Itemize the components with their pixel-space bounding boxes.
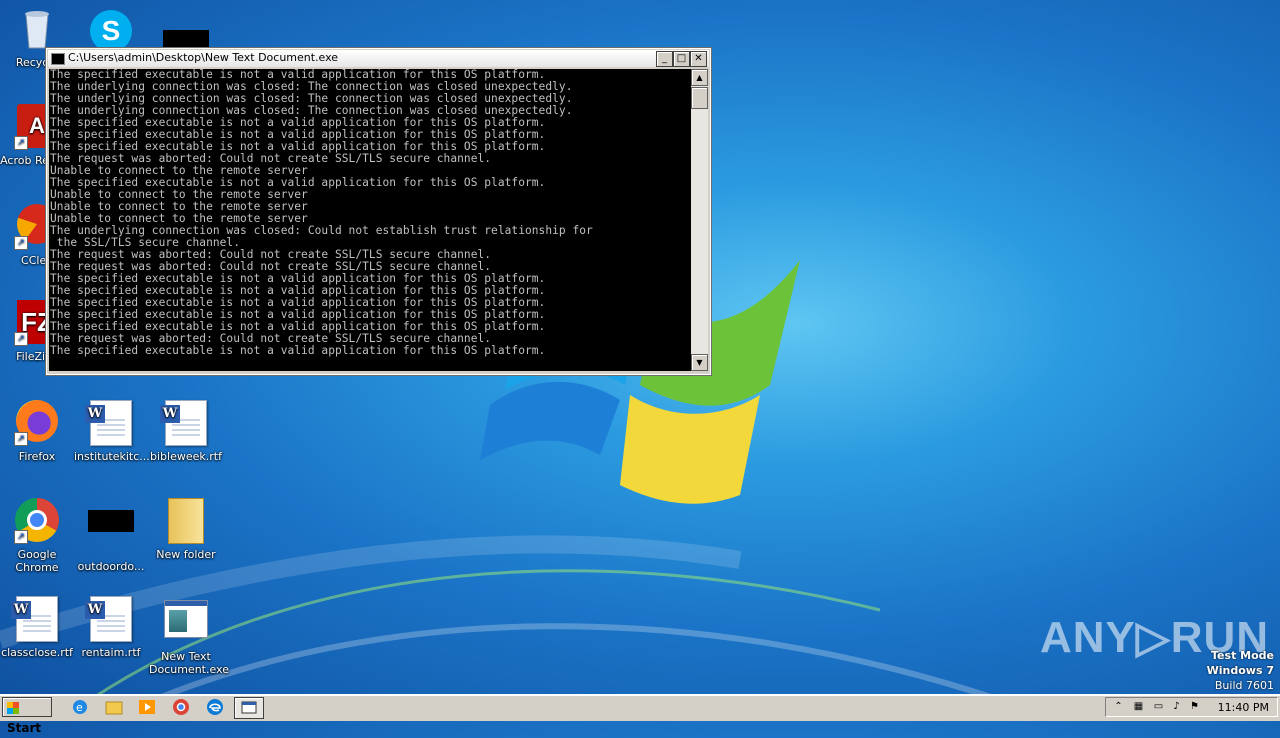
desktop-icon-institutekitc[interactable]: W institutekitc... bbox=[74, 400, 150, 463]
black-thumbnail-icon bbox=[88, 510, 134, 556]
console-app-icon bbox=[51, 53, 65, 65]
ie-icon[interactable]: e bbox=[70, 698, 90, 716]
build-label: Build 7601 bbox=[1214, 679, 1274, 692]
firefox-icon: ↗ bbox=[14, 400, 60, 446]
desktop-icon-label: Google Chrome bbox=[15, 548, 59, 574]
desktop-icon-google-chrome[interactable]: ↗ Google Chrome bbox=[0, 498, 74, 574]
taskbar: Start e ⌃ ▦ ▭ ♪ ⚑ 11:40 PM bbox=[0, 694, 1280, 735]
start-label: Start bbox=[7, 721, 42, 735]
test-mode-label: Test Mode bbox=[1211, 649, 1274, 662]
maximize-button[interactable]: □ bbox=[673, 51, 690, 67]
chrome-icon: ↗ bbox=[14, 498, 60, 544]
exe-icon bbox=[163, 600, 209, 646]
console-line: The specified executable is not a valid … bbox=[50, 344, 546, 357]
recycle-bin-icon bbox=[14, 6, 60, 52]
explorer-icon[interactable] bbox=[104, 698, 124, 716]
desktop-icon-new-text-document-exe[interactable]: New Text Document.exe bbox=[149, 596, 229, 676]
show-hidden-icons-icon[interactable]: ⌃ bbox=[1112, 701, 1125, 713]
desktop-icon-classclose[interactable]: W classclose.rtf bbox=[0, 596, 74, 659]
console-window-title: C:\Users\admin\Desktop\New Text Document… bbox=[68, 51, 339, 64]
network-icon[interactable]: ▦ bbox=[1132, 701, 1145, 713]
scroll-up-arrow-icon[interactable]: ▲ bbox=[691, 69, 708, 86]
word-document-icon: W bbox=[85, 400, 134, 446]
minimize-button[interactable]: _ bbox=[656, 51, 673, 67]
folder-icon bbox=[163, 498, 209, 544]
skype-icon[interactable]: S bbox=[90, 10, 132, 52]
flag-icon[interactable]: ⚑ bbox=[1188, 701, 1201, 713]
desktop-icon-label: classclose.rtf bbox=[1, 646, 73, 659]
desktop-icon-label: Firefox bbox=[18, 450, 56, 463]
console-window[interactable]: C:\Users\admin\Desktop\New Text Document… bbox=[45, 47, 712, 376]
word-document-icon: W bbox=[160, 400, 209, 446]
os-label: Windows 7 bbox=[1206, 664, 1274, 677]
desktop-icon-outdoordo[interactable]: outdoordo... bbox=[74, 498, 148, 573]
test-mode-notice: Test Mode Windows 7 Build 7601 bbox=[1207, 648, 1274, 693]
desktop-icon-label: bibleweek.rtf bbox=[150, 450, 222, 463]
word-document-icon: W bbox=[11, 596, 60, 642]
desktop-icon-firefox[interactable]: ↗ Firefox bbox=[0, 400, 74, 463]
svg-text:e: e bbox=[76, 701, 83, 714]
scroll-down-arrow-icon[interactable]: ▼ bbox=[691, 354, 708, 371]
windows-flag-icon bbox=[7, 702, 19, 714]
word-document-icon: W bbox=[85, 596, 134, 642]
desktop-icon-bibleweek[interactable]: W bibleweek.rtf bbox=[149, 400, 223, 463]
console-output[interactable]: The specified executable is not a valid … bbox=[49, 69, 691, 371]
volume-icon[interactable]: ♪ bbox=[1170, 701, 1183, 713]
start-button[interactable]: Start bbox=[2, 697, 52, 735]
console-window-icon[interactable] bbox=[234, 697, 264, 719]
taskbar-clock[interactable]: 11:40 PM bbox=[1218, 701, 1269, 714]
desktop-icon-label: institutekitc... bbox=[74, 450, 150, 463]
scrollbar-thumb[interactable] bbox=[691, 87, 708, 109]
monitor-icon[interactable]: ▭ bbox=[1152, 701, 1165, 713]
desktop-icon-label: outdoordo... bbox=[77, 560, 145, 573]
console-title-bar[interactable]: C:\Users\admin\Desktop\New Text Document… bbox=[48, 50, 709, 67]
system-tray: ⌃ ▦ ▭ ♪ ⚑ 11:40 PM bbox=[1105, 697, 1278, 717]
desktop-icon-label: New Text Document.exe bbox=[149, 650, 229, 676]
desktop-icon-label: New folder bbox=[156, 548, 216, 561]
desktop-icon-rentaim[interactable]: W rentaim.rtf bbox=[74, 596, 148, 659]
console-scrollbar[interactable]: ▲ ▼ bbox=[691, 69, 708, 371]
edge-icon[interactable] bbox=[205, 698, 225, 716]
black-thumbnail-icon[interactable] bbox=[163, 30, 209, 48]
media-player-icon[interactable] bbox=[137, 698, 157, 716]
chrome-icon[interactable] bbox=[171, 698, 191, 716]
desktop-icon-label: rentaim.rtf bbox=[81, 646, 141, 659]
close-button[interactable]: ✕ bbox=[690, 51, 707, 67]
desktop-icon-new-folder[interactable]: New folder bbox=[149, 498, 223, 561]
